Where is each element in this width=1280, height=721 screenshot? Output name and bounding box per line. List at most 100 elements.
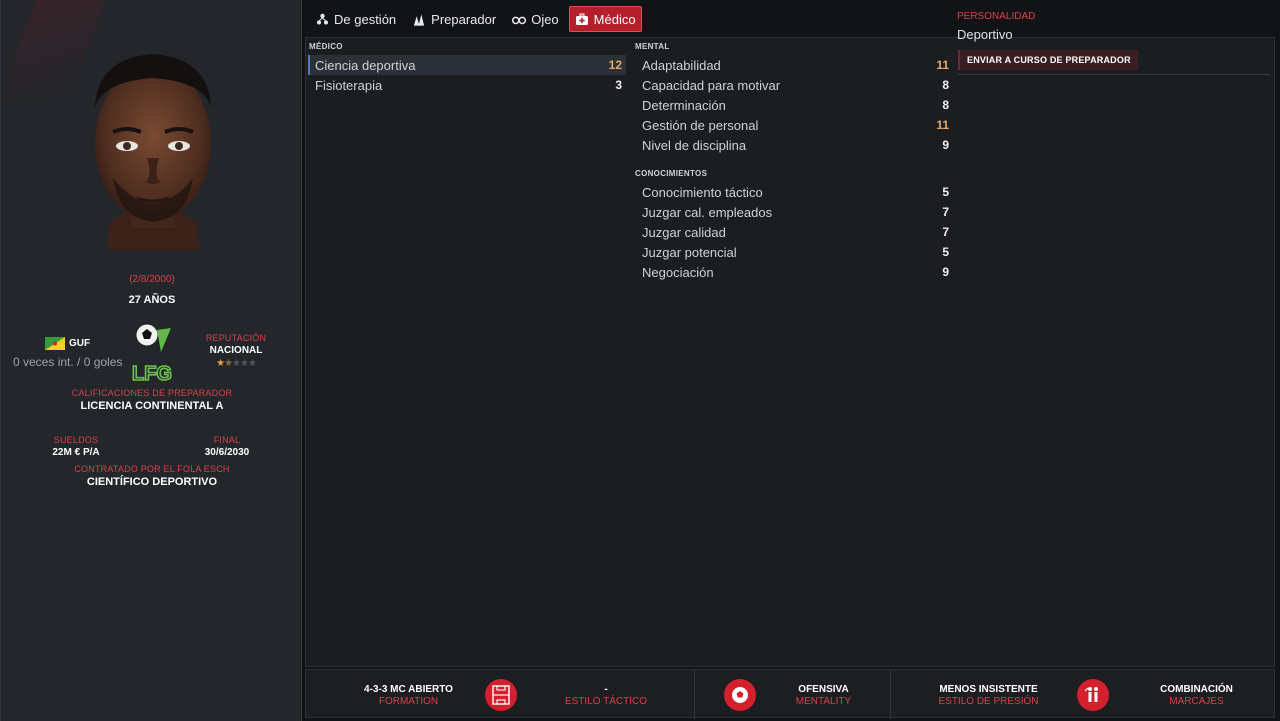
attribute-value: 8 xyxy=(942,78,949,92)
age-label: 27 AÑOS xyxy=(128,294,176,306)
attribute-row[interactable]: Juzgar cal. empleados 7 xyxy=(635,202,953,222)
contract-end-block: FINAL 30/6/2030 xyxy=(191,435,263,458)
medical-section-title: MÉDICO xyxy=(309,42,343,51)
tactical-style-block[interactable]: - ESTILO TÁCTICO xyxy=(531,684,681,707)
hired-by-label: CONTRATADO POR EL FOLA ESCH xyxy=(74,464,230,474)
mental-section-title: MENTAL xyxy=(635,42,670,51)
tab-medical-label: Médico xyxy=(593,11,636,27)
attribute-label: Conocimiento táctico xyxy=(642,184,763,200)
attribute-value: 12 xyxy=(608,58,622,72)
star-icon: ★ xyxy=(247,358,257,369)
send-to-coaching-course-button[interactable]: ENVIAR A CURSO DE PREPARADOR xyxy=(958,50,1138,70)
tab-scouting-label: Ojeo xyxy=(531,11,559,27)
attribute-value: 5 xyxy=(942,245,949,259)
reputation-block: REPUTACIÓN NACIONAL ★★★★★ xyxy=(201,333,271,369)
attribute-label: Gestión de personal xyxy=(642,117,759,133)
marking-value: COMBINACIÓN xyxy=(1160,684,1233,695)
pressing-style-block[interactable]: MENOS INSISTENTE ESTILO DE PRESIÓN xyxy=(916,684,1061,707)
attribute-label: Negociación xyxy=(642,264,714,280)
management-icon xyxy=(315,12,329,26)
knowledge-attributes: Conocimiento táctico 5 Juzgar cal. emple… xyxy=(635,182,953,282)
nationality[interactable]: GUF xyxy=(45,337,90,350)
wage-block: SUELDOS 22M € P/A xyxy=(41,435,111,458)
divider xyxy=(958,74,1270,75)
attribute-label: Juzgar cal. empleados xyxy=(642,204,773,220)
knowledge-section-title: CONOCIMIENTOS xyxy=(635,169,708,178)
attribute-row[interactable]: Determinación 8 xyxy=(635,95,953,115)
pressing-style-label: ESTILO DE PRESIÓN xyxy=(938,696,1039,707)
tactics-summary-bar: 4-3-3 MC ABIERTO FORMATION - ESTILO TÁCT… xyxy=(305,669,1275,719)
staff-portrait xyxy=(95,54,211,250)
attribute-row[interactable]: Capacidad para motivar 8 xyxy=(635,75,953,95)
svg-text:LFG: LFG xyxy=(132,363,172,384)
attribute-label: Adaptabilidad xyxy=(642,57,721,73)
attribute-label: Fisioterapia xyxy=(315,77,383,93)
attribute-value: 8 xyxy=(942,98,949,112)
tab-coach[interactable]: Preparador xyxy=(406,6,502,32)
attribute-row[interactable]: Juzgar potencial 5 xyxy=(635,242,953,262)
attribute-row[interactable]: Nivel de disciplina 9 xyxy=(635,135,953,155)
nation-code: GUF xyxy=(69,338,91,349)
attribute-value: 5 xyxy=(942,185,949,199)
marking-block[interactable]: COMBINACIÓN MARCAJES xyxy=(1124,684,1269,707)
medical-kit-icon xyxy=(575,12,589,26)
wage-value: 22M € P/A xyxy=(52,447,100,458)
tactical-style-value: - xyxy=(604,684,608,695)
star-icon: ★ xyxy=(232,358,241,369)
attribute-value: 9 xyxy=(942,138,949,152)
staff-profile-panel: (2/8/2000) 27 AÑOS GUF 0 veces int. / 0 … xyxy=(0,0,302,721)
formation-value: 4-3-3 MC ABIERTO xyxy=(364,684,453,695)
date-of-birth: (2/8/2000) xyxy=(129,274,175,285)
attribute-row[interactable]: Juzgar calidad 7 xyxy=(635,222,953,242)
medical-attributes: Ciencia deportiva 12 Fisioterapia 3 xyxy=(308,55,626,95)
attribute-label: Nivel de disciplina xyxy=(642,137,747,153)
attribute-value: 11 xyxy=(936,58,949,72)
tactical-style-label: ESTILO TÁCTICO xyxy=(564,696,648,707)
tab-management[interactable]: De gestión xyxy=(309,6,402,32)
attribute-value: 7 xyxy=(942,225,949,239)
attribute-row[interactable]: Conocimiento táctico 5 xyxy=(635,182,953,202)
attribute-row[interactable]: Fisioterapia 3 xyxy=(308,75,626,95)
formation-block[interactable]: 4-3-3 MC ABIERTO FORMATION xyxy=(331,684,486,707)
divider xyxy=(694,670,695,719)
attribute-row[interactable]: Gestión de personal 11 xyxy=(635,115,953,135)
pressing-style-value: MENOS INSISTENTE xyxy=(939,684,1038,695)
reputation-value: NACIONAL xyxy=(209,345,263,356)
contract-end-value: 30/6/2030 xyxy=(204,447,250,458)
tab-management-label: De gestión xyxy=(334,11,397,27)
contract-end-label: FINAL xyxy=(213,435,241,445)
attribute-value: 9 xyxy=(942,265,949,279)
attribute-label: Juzgar calidad xyxy=(642,224,726,240)
personality-value: Deportivo xyxy=(957,27,1013,42)
wage-label: SUELDOS xyxy=(53,435,99,445)
pressing-icon[interactable] xyxy=(1077,679,1109,711)
mentality-value: OFENSIVA xyxy=(798,684,849,695)
attribute-label: Ciencia deportiva xyxy=(315,57,416,73)
attribute-row[interactable]: Negociación 9 xyxy=(635,262,953,282)
mentality-label: MENTALITY xyxy=(795,696,852,707)
attribute-value: 7 xyxy=(942,205,949,219)
binoculars-icon xyxy=(512,12,527,26)
pitch-icon[interactable] xyxy=(485,679,517,711)
tab-scouting[interactable]: Ojeo xyxy=(506,6,564,32)
tab-medical[interactable]: Médico xyxy=(568,6,642,32)
attribute-row[interactable]: Ciencia deportiva 12 xyxy=(308,55,626,75)
attribute-row[interactable]: Adaptabilidad 11 xyxy=(635,55,953,75)
hired-role-value: CIENTÍFICO DEPORTIVO xyxy=(86,476,218,488)
personality-label: PERSONALIDAD xyxy=(957,11,1036,22)
french-guiana-flag-icon xyxy=(45,337,65,350)
marking-label: MARCAJES xyxy=(1169,696,1224,707)
attribute-value: 3 xyxy=(615,78,622,92)
reputation-stars: ★★★★★ xyxy=(201,358,271,369)
tab-coach-label: Preparador xyxy=(431,11,497,27)
half-star-icon: ★ xyxy=(224,358,233,369)
league-logo-icon[interactable]: LFG xyxy=(127,322,177,384)
coach-qualification-value: LICENCIA CONTINENTAL A xyxy=(80,400,224,412)
attribute-tabs: De gestión Preparador Ojeo Médico xyxy=(309,6,642,32)
coach-qualification-label: CALIFICACIONES DE PREPARADOR xyxy=(71,388,233,398)
mentality-block[interactable]: OFENSIVA MENTALITY xyxy=(756,684,891,707)
attribute-value: 11 xyxy=(936,118,949,132)
coach-icon xyxy=(412,12,426,26)
star-icon: ★ xyxy=(239,358,249,369)
ball-icon[interactable] xyxy=(724,679,756,711)
